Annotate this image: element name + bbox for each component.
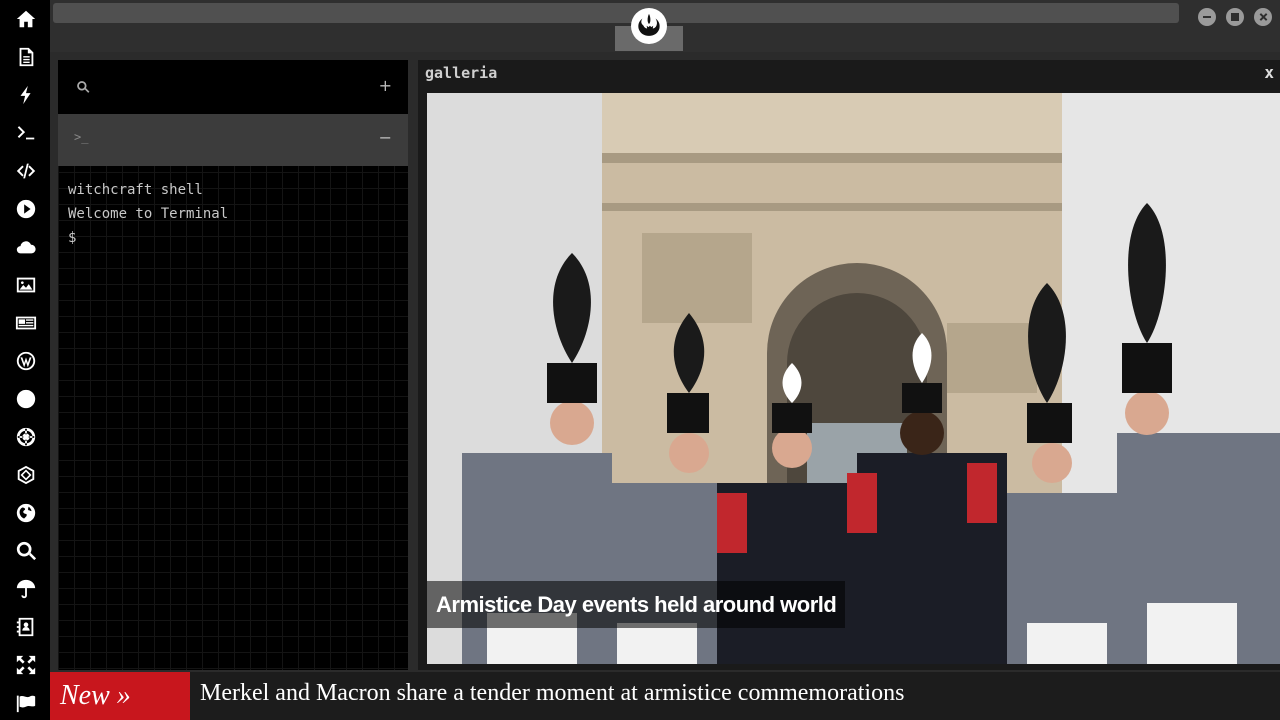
- newspaper-icon[interactable]: [13, 310, 39, 336]
- home-icon[interactable]: [13, 6, 39, 32]
- search-icon[interactable]: [13, 538, 39, 564]
- network-sphere-icon[interactable]: [13, 462, 39, 488]
- galleria-title: galleria: [425, 64, 498, 82]
- ticker-headline[interactable]: Merkel and Macron share a tender moment …: [200, 680, 904, 707]
- image-icon[interactable]: [13, 272, 39, 298]
- news-ticker: New » Merkel and Macron share a tender m…: [50, 672, 1280, 720]
- terminal-prompt-icon: >_: [74, 130, 89, 144]
- rebel-alliance-icon[interactable]: [631, 8, 667, 44]
- galactic-empire-icon[interactable]: [13, 424, 39, 450]
- top-bar: [50, 0, 1280, 52]
- new-badge[interactable]: New »: [50, 672, 190, 720]
- terminal-icon[interactable]: [13, 120, 39, 146]
- collapse-terminal-button[interactable]: −: [379, 128, 392, 147]
- umbrella-icon[interactable]: [13, 576, 39, 602]
- address-book-icon[interactable]: [13, 614, 39, 640]
- maximize-icon[interactable]: [1226, 8, 1244, 26]
- terminal-prompt[interactable]: $: [68, 226, 228, 250]
- terminal-line: witchcraft shell: [68, 182, 203, 198]
- terminal-search-bar[interactable]: +: [58, 60, 408, 114]
- galleria-panel: galleria x Armistice Day events held aro…: [418, 60, 1280, 670]
- add-terminal-button[interactable]: +: [379, 76, 392, 95]
- minimize-icon[interactable]: [1198, 8, 1216, 26]
- wordpress-icon[interactable]: [13, 348, 39, 374]
- photo-artwork: [427, 93, 1280, 664]
- search-icon[interactable]: [76, 80, 90, 94]
- pinterest-icon[interactable]: [13, 386, 39, 412]
- photo-caption-text: Armistice Day events held around world: [436, 591, 837, 617]
- play-icon[interactable]: [13, 196, 39, 222]
- galleria-header: galleria x: [418, 60, 1280, 90]
- terminal-output[interactable]: witchcraft shell Welcome to Terminal $: [68, 178, 228, 250]
- new-badge-label: New »: [60, 680, 131, 711]
- gallery-photo[interactable]: Armistice Day events held around world: [427, 93, 1280, 664]
- bolt-icon[interactable]: [13, 82, 39, 108]
- globe-icon[interactable]: [13, 500, 39, 526]
- close-icon[interactable]: [1254, 8, 1272, 26]
- photo-caption: Armistice Day events held around world: [427, 581, 846, 628]
- document-icon[interactable]: [13, 44, 39, 70]
- flag-icon[interactable]: [13, 690, 39, 716]
- galleria-close-button[interactable]: x: [1264, 63, 1274, 82]
- terminal-tab[interactable]: >_ −: [58, 114, 408, 166]
- terminal-line: Welcome to Terminal: [68, 206, 229, 222]
- sidebar: [0, 0, 50, 720]
- expand-icon[interactable]: [13, 652, 39, 678]
- cloud-icon[interactable]: [13, 234, 39, 260]
- terminal-panel: + >_ − witchcraft shell Welcome to Termi…: [58, 60, 408, 670]
- address-bar[interactable]: [53, 3, 1179, 23]
- code-icon[interactable]: [13, 158, 39, 184]
